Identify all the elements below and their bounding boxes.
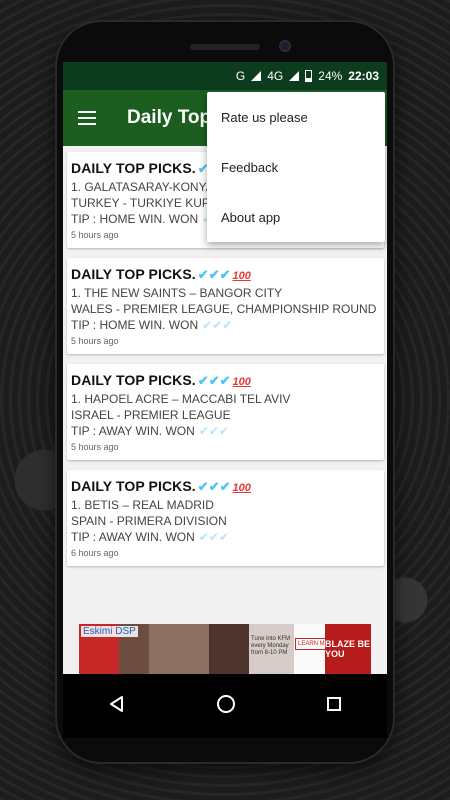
pick-match: 1. BETIS – REAL MADRID (71, 498, 214, 512)
hundred-icon: 100 (232, 270, 251, 282)
pick-league: WALES - PREMIER LEAGUE, CHAMPIONSHIP ROU… (71, 302, 377, 316)
battery-percent: 24% (318, 69, 343, 83)
back-icon[interactable] (108, 695, 126, 718)
signal-4g-icon (289, 71, 300, 81)
home-icon[interactable] (216, 694, 236, 719)
check-icons: ✔✔✔ (197, 373, 231, 388)
system-nav-bar (63, 674, 387, 738)
tip-check-icons: ✔✔✔ (202, 318, 233, 332)
pick-time: 6 hours ago (71, 548, 119, 558)
pick-match: 1. THE NEW SAINTS – BANGOR CITY (71, 286, 283, 300)
pick-card[interactable]: DAILY TOP PICKS. ✔✔✔ 100 1. BETIS – REAL M… (67, 470, 384, 566)
status-bar: G 4G 24% 22:03 (63, 62, 387, 90)
recent-apps-icon[interactable] (326, 696, 342, 717)
phone-speaker (190, 44, 260, 50)
app-screen: G 4G 24% 22:03 Daily Top Picks DAILY TOP… (63, 62, 387, 738)
pick-match: 1. HAPOEL ACRE – MACCABI TEL AVIV (71, 392, 291, 406)
signal-icon (251, 71, 262, 81)
menu-icon[interactable] (63, 90, 111, 146)
pick-tip: TIP : AWAY WIN. WON (71, 424, 195, 438)
pick-league: ISRAEL - PREMIER LEAGUE (71, 408, 231, 422)
pick-tip: TIP : HOME WIN. WON (71, 318, 199, 332)
menu-item-about-app[interactable]: About app (207, 192, 385, 242)
pick-tip: TIP : AWAY WIN. WON (71, 530, 195, 544)
pick-card[interactable]: DAILY TOP PICKS. ✔✔✔ 100 1. THE NEW SAINTS… (67, 258, 384, 354)
pick-tip: TIP : HOME WIN. WON (71, 212, 199, 226)
ad-brand-logo: BLAZE BE YOU (325, 624, 371, 674)
phone-camera (279, 40, 291, 52)
check-icons: ✔✔✔ (197, 479, 231, 494)
ad-promo-text: Tune into KFM every Monday from 8-10 PM (251, 636, 291, 656)
check-icons: ✔✔✔ (197, 267, 231, 282)
pick-title: DAILY TOP PICKS. (71, 372, 196, 388)
pick-title: DAILY TOP PICKS. (71, 478, 196, 494)
tip-check-icons: ✔✔✔ (198, 424, 229, 438)
pick-time: 5 hours ago (71, 442, 119, 452)
pick-title: DAILY TOP PICKS. (71, 266, 196, 282)
pick-time: 5 hours ago (71, 336, 119, 346)
pick-league: SPAIN - PRIMERA DIVISION (71, 514, 227, 528)
menu-item-feedback[interactable]: Feedback (207, 142, 385, 192)
hundred-icon: 100 (232, 376, 251, 388)
network-type-4g: 4G (267, 69, 284, 83)
pick-title: DAILY TOP PICKS. (71, 160, 196, 176)
ad-network-label: Eskimi DSP (81, 626, 138, 637)
hundred-icon: 100 (232, 482, 251, 494)
menu-item-rate-us[interactable]: Rate us please (207, 92, 385, 142)
battery-icon (305, 70, 313, 82)
pick-card[interactable]: DAILY TOP PICKS. ✔✔✔ 100 1. HAPOEL ACRE – … (67, 364, 384, 460)
clock: 22:03 (348, 69, 379, 83)
network-type: G (235, 69, 246, 83)
ad-banner[interactable]: Eskimi DSP Tune into KFM every Monday fr… (79, 624, 371, 674)
overflow-menu: Rate us please Feedback About app (207, 92, 385, 242)
tip-check-icons: ✔✔✔ (198, 530, 229, 544)
